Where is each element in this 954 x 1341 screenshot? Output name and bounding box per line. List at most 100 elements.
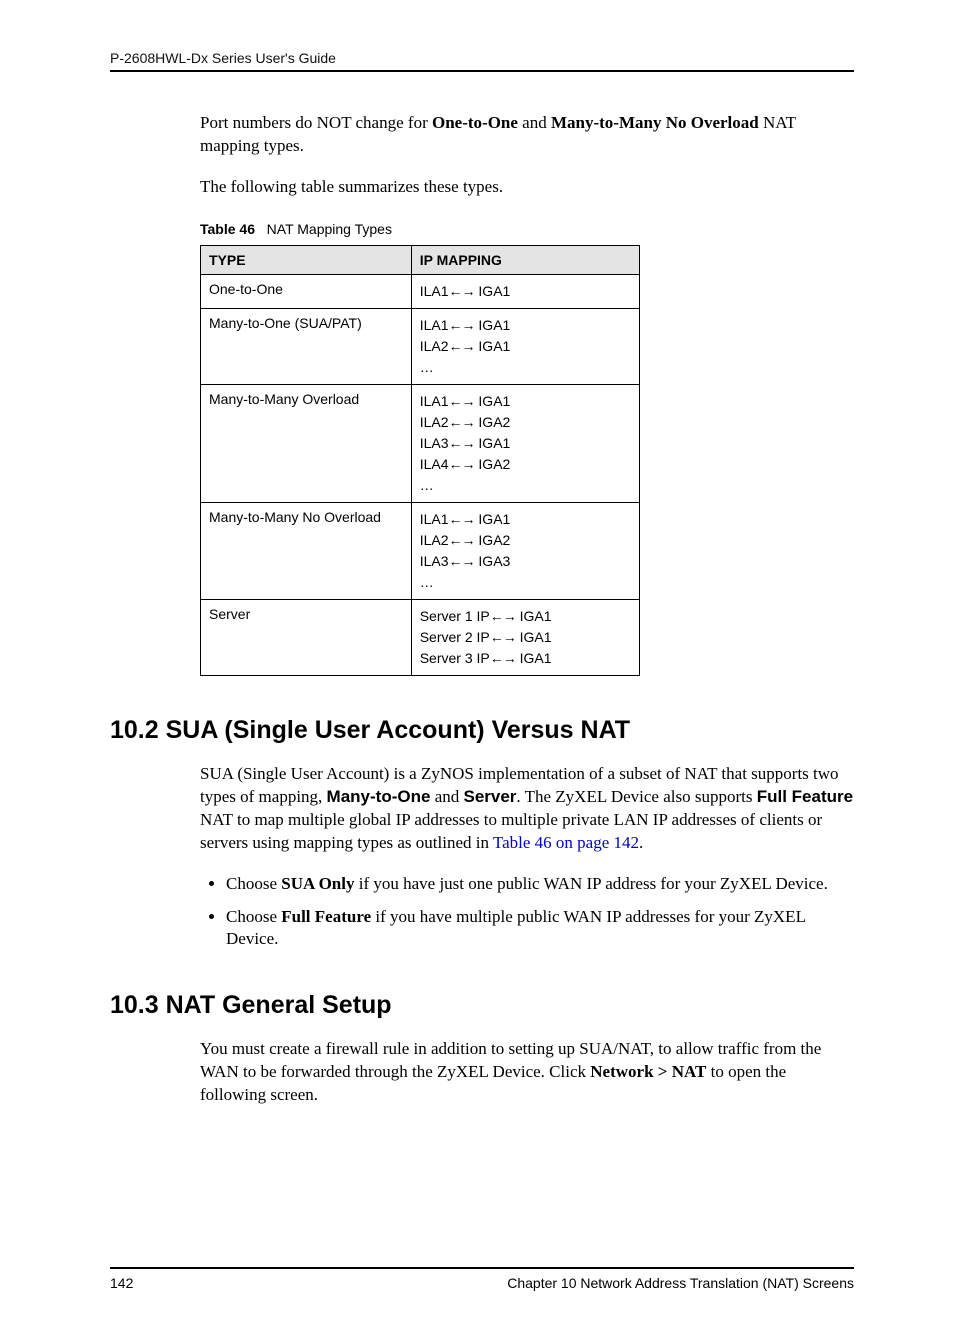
mapping-right: IGA2 <box>478 532 510 548</box>
section-10-3-body: You must create a firewall rule in addit… <box>200 1038 854 1107</box>
cell-mapping: ILA1←→ IGA1ILA2←→ IGA1… <box>411 308 639 384</box>
mapping-line: ILA1←→ IGA1 <box>420 509 631 530</box>
mapping-right: IGA1 <box>478 338 510 354</box>
text-fragment: . <box>639 833 643 852</box>
bidirectional-arrow-icon: ←→ <box>449 317 475 333</box>
mapping-left: Server 3 IP <box>420 650 490 666</box>
text-bold: SUA Only <box>281 874 354 893</box>
text-fragment: and <box>430 787 463 806</box>
cell-type: Server <box>201 599 412 675</box>
intro-paragraph-1: Port numbers do NOT change for One-to-On… <box>200 112 854 158</box>
text-bold: Many-to-Many No Overload <box>551 113 759 132</box>
bidirectional-arrow-icon: ←→ <box>449 456 475 472</box>
mapping-line: ILA2←→ IGA2 <box>420 530 631 551</box>
table-row: Many-to-Many No OverloadILA1←→ IGA1ILA2←… <box>201 502 640 599</box>
text-fragment: if you have just one public WAN IP addre… <box>354 874 827 893</box>
body-content: Port numbers do NOT change for One-to-On… <box>200 112 854 676</box>
mapping-right: IGA1 <box>478 317 510 333</box>
table-row: Many-to-Many OverloadILA1←→ IGA1ILA2←→ I… <box>201 384 640 502</box>
cell-type: Many-to-Many No Overload <box>201 502 412 599</box>
section-10-2-heading: 10.2 SUA (Single User Account) Versus NA… <box>110 716 854 745</box>
text-bold: Full Feature <box>757 787 853 806</box>
running-header-text: P-2608HWL-Dx Series User's Guide <box>110 50 336 66</box>
col-type: TYPE <box>201 245 412 274</box>
cross-reference-link[interactable]: Table 46 on page 142 <box>493 833 639 852</box>
mapping-right: IGA1 <box>478 393 510 409</box>
mapping-line: Server 3 IP←→ IGA1 <box>420 648 631 669</box>
text-fragment: Port numbers do NOT change for <box>200 113 432 132</box>
mapping-line: ILA2←→ IGA2 <box>420 412 631 433</box>
table-caption: Table 46 NAT Mapping Types <box>200 221 854 237</box>
bidirectional-arrow-icon: ←→ <box>449 532 475 548</box>
text-fragment: and <box>518 113 551 132</box>
cell-type: Many-to-Many Overload <box>201 384 412 502</box>
table-title: NAT Mapping Types <box>267 221 392 237</box>
ellipsis-line: … <box>420 475 631 496</box>
bidirectional-arrow-icon: ←→ <box>449 283 475 299</box>
mapping-line: ILA2←→ IGA1 <box>420 336 631 357</box>
text-bold: Many-to-One <box>327 787 431 806</box>
mapping-left: ILA2 <box>420 414 449 430</box>
mapping-line: ILA3←→ IGA1 <box>420 433 631 454</box>
mapping-left: ILA1 <box>420 317 449 333</box>
bidirectional-arrow-icon: ←→ <box>449 338 475 354</box>
cell-type: Many-to-One (SUA/PAT) <box>201 308 412 384</box>
section-10-2-paragraph: SUA (Single User Account) is a ZyNOS imp… <box>200 763 854 855</box>
cell-mapping: Server 1 IP←→ IGA1Server 2 IP←→ IGA1Serv… <box>411 599 639 675</box>
text-fragment: . The ZyXEL Device also supports <box>516 787 756 806</box>
bidirectional-arrow-icon: ←→ <box>490 650 516 666</box>
intro-paragraph-2: The following table summarizes these typ… <box>200 176 854 199</box>
text-bold: Server <box>463 787 516 806</box>
list-item: Choose Full Feature if you have multiple… <box>226 906 854 952</box>
mapping-left: ILA1 <box>420 283 449 299</box>
list-item: Choose SUA Only if you have just one pub… <box>226 873 854 896</box>
mapping-left: ILA1 <box>420 511 449 527</box>
mapping-left: ILA2 <box>420 338 449 354</box>
mapping-line: ILA1←→ IGA1 <box>420 315 631 336</box>
text-bold: Full Feature <box>281 907 371 926</box>
table-row: ServerServer 1 IP←→ IGA1Server 2 IP←→ IG… <box>201 599 640 675</box>
section-10-3-paragraph: You must create a firewall rule in addit… <box>200 1038 854 1107</box>
bidirectional-arrow-icon: ←→ <box>449 553 475 569</box>
mapping-right: IGA1 <box>520 650 552 666</box>
bidirectional-arrow-icon: ←→ <box>490 608 516 624</box>
mapping-line: Server 2 IP←→ IGA1 <box>420 627 631 648</box>
mapping-right: IGA1 <box>520 629 552 645</box>
mapping-right: IGA2 <box>478 456 510 472</box>
mapping-right: IGA2 <box>478 414 510 430</box>
bullet-list: Choose SUA Only if you have just one pub… <box>200 873 854 952</box>
mapping-right: IGA1 <box>478 283 510 299</box>
cell-mapping: ILA1←→ IGA1 <box>411 274 639 308</box>
page-number: 142 <box>110 1275 133 1291</box>
mapping-line: ILA4←→ IGA2 <box>420 454 631 475</box>
text-bold: One-to-One <box>432 113 518 132</box>
text-fragment: Choose <box>226 907 281 926</box>
cell-type: One-to-One <box>201 274 412 308</box>
document-page: P-2608HWL-Dx Series User's Guide Port nu… <box>0 0 954 1341</box>
cell-mapping: ILA1←→ IGA1ILA2←→ IGA2ILA3←→ IGA3… <box>411 502 639 599</box>
mapping-right: IGA1 <box>478 435 510 451</box>
ellipsis-line: … <box>420 572 631 593</box>
mapping-line: Server 1 IP←→ IGA1 <box>420 606 631 627</box>
table-label: Table 46 <box>200 221 255 237</box>
table-header-row: TYPE IP MAPPING <box>201 245 640 274</box>
text-bold: Network > NAT <box>590 1062 706 1081</box>
mapping-left: ILA3 <box>420 553 449 569</box>
cell-mapping: ILA1←→ IGA1ILA2←→ IGA2ILA3←→ IGA1ILA4←→ … <box>411 384 639 502</box>
mapping-left: ILA1 <box>420 393 449 409</box>
mapping-left: ILA3 <box>420 435 449 451</box>
section-10-3-heading: 10.3 NAT General Setup <box>110 991 854 1020</box>
col-mapping: IP MAPPING <box>411 245 639 274</box>
page-footer: 142 Chapter 10 Network Address Translati… <box>110 1267 854 1291</box>
bidirectional-arrow-icon: ←→ <box>449 511 475 527</box>
running-header: P-2608HWL-Dx Series User's Guide <box>110 50 854 72</box>
ellipsis-line: … <box>420 357 631 378</box>
mapping-line: ILA1←→ IGA1 <box>420 391 631 412</box>
mapping-right: IGA1 <box>478 511 510 527</box>
bidirectional-arrow-icon: ←→ <box>449 393 475 409</box>
text-fragment: Choose <box>226 874 281 893</box>
chapter-label: Chapter 10 Network Address Translation (… <box>507 1275 854 1291</box>
table-row: One-to-OneILA1←→ IGA1 <box>201 274 640 308</box>
mapping-line: ILA3←→ IGA3 <box>420 551 631 572</box>
mapping-right: IGA3 <box>478 553 510 569</box>
